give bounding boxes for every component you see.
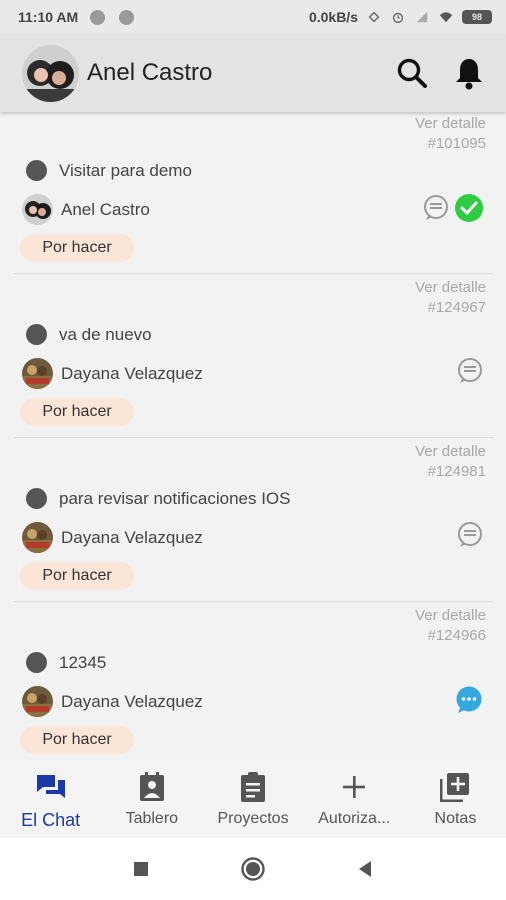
nav-label: Autoriza... (318, 810, 391, 827)
bottom-nav: El Chat Tablero Proyectos Autoriza... No… (0, 760, 506, 838)
ver-detalle-label[interactable]: Ver detalle (415, 114, 486, 134)
chat-icon (35, 772, 67, 802)
ver-detalle-label[interactable]: Ver detalle (415, 278, 486, 298)
nav-item-el-chat[interactable]: El Chat (0, 760, 101, 838)
alarm-icon (392, 12, 404, 23)
page-title: Anel Castro (87, 59, 213, 86)
system-nav-bar (0, 838, 506, 900)
task-icons (456, 357, 484, 385)
nav-label: Proyectos (217, 810, 289, 827)
task-title: para revisar notificaciones IOS (59, 488, 291, 508)
status-right: 0.0kB/s 98 (309, 9, 492, 25)
plus-icon (341, 772, 367, 802)
user-name: Dayana Velazquez (61, 527, 203, 547)
network-speed: 0.0kB/s (308, 9, 358, 25)
data-saver-icon (368, 11, 380, 23)
task-title-row: para revisar notificaciones IOS (26, 488, 291, 509)
task-id: #124981 (427, 463, 486, 480)
profile-avatar[interactable] (22, 44, 79, 102)
task-list[interactable]: Ver detalle #101095 Visitar para demo An… (0, 112, 506, 760)
task-user-row: Dayana Velazquez (22, 522, 203, 553)
nav-item-proyectos[interactable]: Proyectos (202, 760, 303, 838)
search-icon[interactable] (396, 57, 428, 89)
signal-icon (416, 11, 428, 23)
notification-dot-icon (90, 9, 106, 25)
task-card[interactable]: Ver detalle #124981 para revisar notific… (14, 438, 494, 602)
check-circle-icon[interactable] (454, 193, 484, 223)
status-dot-icon (26, 324, 47, 345)
wifi-icon (439, 12, 453, 23)
task-icons (456, 521, 484, 549)
add-note-icon (440, 772, 470, 802)
task-id: #124967 (427, 299, 486, 316)
user-name: Dayana Velazquez (61, 363, 203, 383)
task-detail-link[interactable]: Ver detalle #124966 (415, 606, 486, 646)
status-badge: Por hacer (20, 398, 134, 426)
notification-dot-icon (119, 9, 135, 25)
nav-item-autoriza[interactable]: Autoriza... (304, 760, 405, 838)
task-detail-link[interactable]: Ver detalle #124967 (415, 278, 486, 318)
message-icon[interactable] (456, 357, 484, 385)
battery-icon: 98 (462, 10, 492, 24)
status-badge: Por hacer (20, 562, 134, 590)
task-detail-link[interactable]: Ver detalle #124981 (415, 442, 486, 482)
task-card[interactable]: Ver detalle #124966 12345 Dayana Velazqu… (14, 602, 494, 760)
nav-label: El Chat (21, 810, 81, 830)
status-dot-icon (26, 160, 47, 181)
task-icons (422, 193, 484, 223)
status-dot-icon (26, 488, 47, 509)
message-icon[interactable] (456, 521, 484, 549)
home-icon[interactable] (240, 856, 266, 882)
ver-detalle-label[interactable]: Ver detalle (415, 442, 486, 462)
status-time: 11:10 AM (18, 9, 79, 25)
task-user-row: Dayana Velazquez (22, 358, 203, 389)
status-bar: 11:10 AM 0.0kB/s 98 (0, 0, 506, 34)
task-title: va de nuevo (59, 324, 152, 344)
ver-detalle-label[interactable]: Ver detalle (415, 606, 486, 626)
user-name: Anel Castro (61, 199, 150, 219)
avatar (22, 522, 53, 553)
bell-icon[interactable] (454, 56, 484, 90)
chat-bubble-icon[interactable] (454, 685, 484, 715)
clipboard-icon (240, 772, 266, 802)
status-badge: Por hacer (20, 234, 134, 262)
task-title-row: Visitar para demo (26, 160, 192, 181)
task-user-row: Dayana Velazquez (22, 686, 203, 717)
task-title: Visitar para demo (59, 160, 192, 180)
nav-label: Tablero (125, 810, 179, 827)
message-icon[interactable] (422, 194, 450, 222)
task-user-row: Anel Castro (22, 194, 150, 225)
user-name: Dayana Velazquez (61, 691, 203, 711)
task-id: #124966 (427, 627, 486, 644)
avatar (22, 358, 53, 389)
status-dot-icon (26, 652, 47, 673)
task-title-row: va de nuevo (26, 324, 152, 345)
avatar (22, 686, 53, 717)
nav-item-notas[interactable]: Notas (405, 760, 506, 838)
board-icon (139, 772, 165, 802)
task-card[interactable]: Ver detalle #101095 Visitar para demo An… (14, 112, 494, 274)
nav-item-tablero[interactable]: Tablero (101, 760, 202, 838)
task-title: 12345 (59, 652, 107, 672)
app-bar: Anel Castro (0, 34, 506, 112)
status-badge: Por hacer (20, 726, 134, 754)
task-icons (454, 685, 484, 715)
task-title-row: 12345 (26, 652, 106, 673)
task-id: #101095 (427, 135, 486, 152)
recents-icon[interactable] (132, 860, 150, 878)
avatar (22, 194, 53, 225)
task-detail-link[interactable]: Ver detalle #101095 (415, 114, 486, 154)
nav-label: Notas (434, 810, 477, 827)
task-card[interactable]: Ver detalle #124967 va de nuevo Dayana V… (14, 274, 494, 438)
app-bar-actions (396, 56, 484, 90)
back-icon[interactable] (356, 860, 374, 878)
